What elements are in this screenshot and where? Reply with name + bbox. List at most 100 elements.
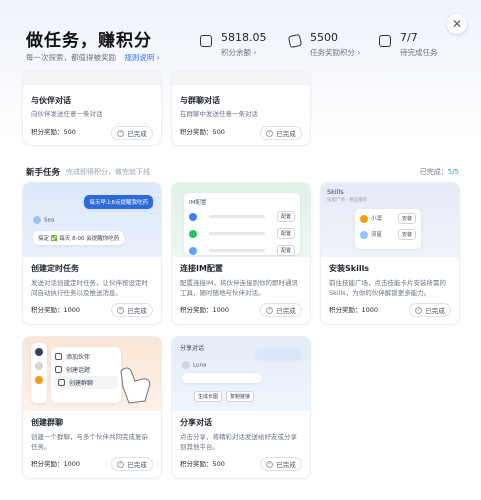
card-title: 与伙伴对话 bbox=[31, 96, 71, 105]
check-icon: ✓ bbox=[117, 460, 125, 468]
long-image-button[interactable]: 生成长图 bbox=[194, 391, 223, 402]
config-button[interactable]: 配置 bbox=[276, 211, 295, 222]
card-reward: 积分奖励：500 bbox=[180, 460, 225, 468]
stat-label: 积分余额 › bbox=[221, 48, 257, 57]
card-title: 与群聊对话 bbox=[180, 96, 220, 105]
completed-button[interactable]: ✓ 已完成 bbox=[260, 457, 302, 471]
check-icon: ✓ bbox=[117, 129, 125, 137]
close-button[interactable]: ✕ bbox=[447, 14, 467, 34]
message-bubble bbox=[182, 373, 262, 383]
stat-label: 任务奖励积分 › bbox=[310, 48, 361, 57]
card-hero bbox=[172, 71, 310, 85]
stat-points-balance[interactable]: 5818.05 积分余额 › bbox=[200, 31, 267, 58]
card-hero bbox=[23, 71, 161, 85]
skills-hint: 技能广场 · 精选推荐 bbox=[327, 198, 368, 203]
completed-button[interactable]: ✓ 已完成 bbox=[260, 303, 302, 317]
config-button[interactable]: 配置 bbox=[276, 228, 295, 239]
card-title: 创建群聊 bbox=[31, 418, 63, 427]
completed-button[interactable]: ✓ 已完成 bbox=[111, 457, 153, 471]
rules-link[interactable]: 规则说明 › bbox=[124, 53, 159, 62]
task-card-skills: Skills 技能广场 · 精选推荐 小凛 安装 流星 安装 安装Skills … bbox=[320, 182, 460, 325]
skills-label: Skills bbox=[327, 188, 344, 196]
card-desc: 点击分享，将精彩对话发送给好友或分享到其他平台。 bbox=[180, 433, 297, 451]
card-hero: 每天早上8点提醒我吃药 Sea 搞定 ✅ 每天 8:00 会提醒你吃药 bbox=[23, 183, 161, 257]
im-app-icon bbox=[189, 229, 197, 238]
gift-icon bbox=[287, 33, 303, 49]
card-desc: 创建一个群聊，与多个伙伴共同完成复杂任务。 bbox=[31, 433, 148, 451]
page-subtitle: 每一次探索，都值得被奖励 规则说明 › bbox=[26, 52, 160, 63]
card-desc: 向伙伴发送任意一条对话 bbox=[31, 110, 103, 118]
menu-create-group[interactable]: 创建群聊 bbox=[54, 376, 118, 389]
task-card-im-config: IM配置 配置 配置 配置 连接IM配置 配置连接IM，将伙伴连接到你的即时通讯… bbox=[171, 182, 311, 325]
stat-value: 7/7 bbox=[400, 31, 418, 44]
card-reward: 积分奖励：1000 bbox=[31, 306, 81, 314]
install-button[interactable]: 安装 bbox=[397, 213, 416, 224]
im-panel: IM配置 配置 配置 配置 bbox=[184, 193, 300, 256]
rail-icon bbox=[35, 362, 43, 370]
card-hero: 分享对话 Luna 生成长图 复制链接 bbox=[172, 337, 310, 411]
card-hero: IM配置 配置 配置 配置 bbox=[172, 183, 310, 257]
menu-add-partner[interactable]: 添加伙伴 bbox=[51, 350, 121, 363]
card-reward: 积分奖励：1000 bbox=[329, 306, 379, 314]
copy-link-button[interactable]: 复制链接 bbox=[226, 391, 255, 402]
check-icon: ✓ bbox=[266, 129, 274, 137]
check-icon: ✓ bbox=[266, 460, 274, 468]
completed-button[interactable]: ✓ 已完成 bbox=[260, 126, 302, 140]
check-icon: ✓ bbox=[266, 306, 274, 314]
skills-panel: 小凛 安装 流星 安装 bbox=[355, 209, 421, 249]
rail-icon bbox=[35, 376, 43, 384]
menu-create-topic[interactable]: 创建话题 bbox=[51, 363, 121, 376]
task-card-group-chat: 添加伙伴 创建话题 创建群聊 创建群聊 创建一个群聊，与多个伙伴共同完成复杂任务… bbox=[22, 336, 162, 479]
check-icon: ✓ bbox=[415, 306, 423, 314]
stat-value: 5818.05 bbox=[221, 31, 267, 44]
subtitle-text: 每一次探索，都值得被奖励 bbox=[26, 53, 116, 62]
card-hero: Skills 技能广场 · 精选推荐 小凛 安装 流星 安装 bbox=[321, 183, 459, 257]
section-note: 完成即得积分，做完就下线 bbox=[66, 168, 150, 176]
im-panel-title: IM配置 bbox=[189, 200, 207, 206]
card-reward: 积分奖励：500 bbox=[180, 128, 225, 136]
skill-avatar bbox=[360, 214, 368, 223]
card-title: 安装Skills bbox=[329, 264, 370, 273]
install-button[interactable]: 安装 bbox=[397, 229, 416, 240]
bot-avatar bbox=[182, 361, 190, 369]
stat-task-reward[interactable]: 5500 任务奖励积分 › bbox=[287, 31, 361, 58]
stat-label: 待完成任务 bbox=[400, 48, 438, 57]
tasks-modal: ✕ 做任务，赚积分 每一次探索，都值得被奖励 规则说明 › 5818.05 积分… bbox=[0, 0, 481, 500]
bot-reply: 搞定 ✅ 每天 8:00 会提醒你吃药 bbox=[33, 231, 125, 245]
bot-name: Luna bbox=[182, 361, 206, 369]
bot-name: Sea bbox=[33, 216, 54, 224]
left-rail bbox=[31, 343, 47, 403]
completed-button[interactable]: ✓ 已完成 bbox=[409, 303, 451, 317]
im-app-icon bbox=[189, 212, 197, 221]
card-desc: 前往技能广场，点击技能卡片安装所需的Skills，为你的伙伴解锁更多能力。 bbox=[329, 279, 446, 297]
card-title: 连接IM配置 bbox=[180, 264, 223, 273]
wallet-icon bbox=[200, 35, 212, 47]
card-hero: 添加伙伴 创建话题 创建群聊 bbox=[23, 337, 161, 411]
stat-pending-tasks: 7/7 待完成任务 bbox=[379, 31, 438, 58]
section-progress: 已完成：5/5 bbox=[419, 168, 459, 176]
card-desc: 在群聊中发送任意一条对话 bbox=[180, 110, 258, 118]
card-reward: 积分奖励：500 bbox=[31, 128, 76, 136]
page-title: 做任务，赚积分 bbox=[26, 31, 152, 51]
close-icon: ✕ bbox=[451, 17, 463, 31]
stat-value: 5500 bbox=[310, 31, 338, 44]
bot-avatar bbox=[33, 216, 41, 224]
check-icon: ✓ bbox=[117, 306, 125, 314]
card-title: 创建定时任务 bbox=[31, 264, 79, 273]
chat-bubble: 每天早上8点提醒我吃药 bbox=[84, 195, 153, 209]
completed-button[interactable]: ✓ 已完成 bbox=[111, 126, 153, 140]
task-card-scheduled: 每天早上8点提醒我吃药 Sea 搞定 ✅ 每天 8:00 会提醒你吃药 创建定时… bbox=[22, 182, 162, 325]
im-app-icon bbox=[189, 246, 197, 255]
completed-button[interactable]: ✓ 已完成 bbox=[111, 303, 153, 317]
card-reward: 积分奖励：1000 bbox=[31, 460, 81, 468]
task-card-share: 分享对话 Luna 生成长图 复制链接 分享对话 点击分享，将精彩对话发送给好友… bbox=[171, 336, 311, 479]
config-button[interactable]: 配置 bbox=[276, 245, 295, 256]
card-desc: 发送对话创建定时任务，让伙伴按设定时间自动执行任务以及推送消息。 bbox=[31, 279, 148, 297]
card-desc: 配置连接IM，将伙伴连接到你的即时通讯工具，随时随地与伙伴对话。 bbox=[180, 279, 299, 297]
create-menu: 添加伙伴 创建话题 创建群聊 bbox=[51, 347, 121, 403]
calendar-icon bbox=[379, 35, 391, 47]
card-title: 分享对话 bbox=[180, 418, 212, 427]
rail-icon bbox=[35, 348, 43, 356]
topic-icon bbox=[55, 366, 62, 373]
task-card-chat-group: 与群聊对话 在群聊中发送任意一条对话 积分奖励：500 ✓ 已完成 bbox=[171, 70, 311, 146]
